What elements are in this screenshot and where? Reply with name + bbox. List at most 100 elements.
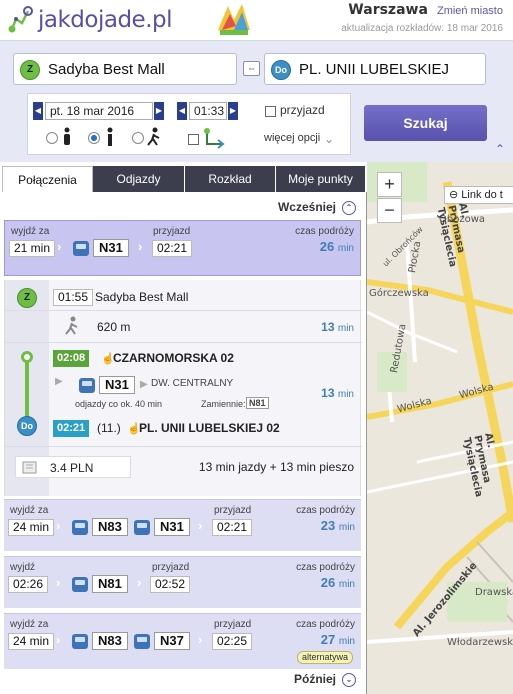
travel-time-label: czas podróży (296, 619, 355, 630)
duration-value: 26 (319, 239, 335, 254)
leave-label: wyjdź za (10, 619, 49, 630)
chevron-down-icon: ⌄ (342, 672, 356, 687)
line-number: N81 (92, 575, 128, 593)
date-prev-button[interactable]: ◀ (33, 102, 43, 120)
to-field[interactable]: Do PL. UNII LUBELSKIEJ (264, 53, 486, 85)
to-value: PL. UNII LUBELSKIEJ (299, 61, 450, 78)
leave-label: wyjdź za (10, 505, 49, 516)
search-panel: Z Sadyba Best Mall ⇔ Do PL. UNII LUBELSK… (0, 40, 513, 162)
route-type-checkbox[interactable] (188, 134, 199, 145)
leave-label: wyjdź za (11, 226, 50, 237)
travel-duration: 26 min (320, 239, 354, 254)
walk-distance: 620 m (97, 320, 131, 334)
date-input[interactable]: pt. 18 mar 2016 (45, 102, 153, 120)
direction: DW. CENTRALNY (151, 378, 234, 389)
swap-button[interactable]: ⇔ (243, 61, 260, 76)
promo-badge-icon[interactable] (212, 0, 256, 38)
tab-my-places[interactable]: Moje punkty (276, 166, 365, 192)
ride-start-dot (21, 351, 33, 363)
mode-radio-fast[interactable] (132, 132, 144, 144)
leave-value: 24 min (8, 633, 55, 650)
search-button[interactable]: Szukaj (364, 105, 487, 141)
date-next-button[interactable]: ▶ (154, 102, 164, 120)
travel-time-label: czas podróży (296, 505, 355, 516)
tab-connections[interactable]: Połączenia (2, 166, 93, 192)
arrival-checkbox[interactable] (265, 106, 276, 117)
tabs-bar: Połączenia Odjazdy Rozkład Moje punkty (0, 162, 367, 192)
start-name: Sadyba Best Mall (95, 290, 189, 304)
substitute-line: N81 (246, 397, 269, 409)
city-name: Warszawa (348, 2, 428, 18)
line-number: N83 (92, 632, 128, 650)
zoom-in-button[interactable]: + (377, 172, 402, 197)
bus-icon (134, 634, 150, 649)
route-row-3[interactable]: wyjdź 02:26 › N81 › przyjazd 02:52 czas … (4, 556, 361, 608)
travel-time-label: czas podróży (296, 562, 355, 573)
route-row-1[interactable]: wyjdź za 21 min › N31 › przyjazd 02:21 c… (4, 220, 361, 276)
divider (5, 342, 362, 343)
mode-radio-slow[interactable] (46, 132, 58, 144)
timetable-update: aktualizacja rozkładów: 18 mar 2016 (341, 23, 503, 34)
route-detail: Z 01:55 Sadyba Best Mall 620 m 13 min Do… (4, 280, 362, 496)
chevron-up-icon: ⌃ (342, 200, 356, 215)
from-field[interactable]: Z Sadyba Best Mall (13, 53, 237, 85)
bus-icon (72, 520, 88, 535)
chevron-right-icon: › (56, 575, 61, 590)
logo-text: jakdojade.pl (38, 7, 173, 33)
arrival-time: 02:21 (53, 420, 90, 437)
change-city-link[interactable]: Zmień miasto (437, 5, 503, 17)
detail-line: N31 (99, 376, 135, 394)
collapse-panel-icon[interactable]: ⌃ (495, 142, 505, 156)
leave-value: 24 min (8, 519, 55, 536)
chevron-right-icon: › (138, 239, 143, 254)
earlier-button[interactable]: Wcześniej ⌃ (278, 200, 356, 215)
chevron-right-icon: › (56, 518, 61, 533)
duration-value: 26 (320, 575, 336, 590)
zoom-out-button[interactable]: − (377, 198, 402, 223)
mode-radio-normal[interactable] (88, 132, 100, 144)
duration-value: 23 (320, 518, 336, 533)
chevron-right-icon: › (198, 632, 203, 647)
more-options-link[interactable]: więcej opcji (264, 132, 320, 144)
start-pin-icon: Z (17, 288, 37, 308)
duration-unit: min (338, 579, 355, 590)
duration-unit: min (338, 522, 355, 533)
substitute-label: Zamiennie: (201, 399, 246, 409)
options-box: ◀ pt. 18 mar 2016 ▶ ◀ 01:33 ▶ przyjazd w… (27, 93, 351, 155)
walk-icon (65, 316, 78, 335)
arrive-label: przyjazd (214, 505, 252, 516)
time-prev-button[interactable]: ◀ (177, 102, 187, 120)
map[interactable]: + − ⊖ Link do t Obozowa Górczewska Redut… (367, 162, 513, 694)
arrive-value: 02:52 (150, 576, 191, 593)
line-number: N37 (154, 632, 190, 650)
chevron-right-icon: › (137, 575, 142, 590)
street-label: Drawska (475, 587, 513, 598)
stops-count: (11.) (97, 421, 121, 435)
time-input[interactable]: 01:33 (189, 102, 227, 120)
street-label: Włodarzewska (447, 637, 513, 648)
expand-triangle-icon[interactable]: ▶ (55, 376, 63, 387)
line-number: N31 (154, 518, 190, 536)
duration-unit: min (337, 243, 354, 254)
stop-1: CZARNOMORSKA 02 (113, 351, 234, 365)
start-time: 01:55 (53, 289, 94, 306)
street-label: Górczewska (369, 288, 429, 299)
bus-icon (73, 241, 89, 256)
alternative-badge: alternatywa (297, 651, 354, 664)
divider (5, 446, 362, 447)
chevron-right-icon: › (56, 632, 61, 647)
tab-timetable[interactable]: Rozkład (185, 166, 275, 192)
later-label: Później (293, 672, 336, 686)
walker-normal-icon (107, 127, 113, 146)
duration-value: 27 (320, 632, 336, 647)
destination-pin-icon: Do (271, 60, 291, 80)
time-next-button[interactable]: ▶ (228, 102, 238, 120)
direction-arrow-icon: ▶ (140, 379, 148, 390)
tab-departures[interactable]: Odjazdy (93, 166, 184, 192)
route-row-2[interactable]: wyjdź za 24 min › N83 N31 › przyjazd 02:… (4, 499, 361, 551)
logo[interactable]: jakdojade.pl (6, 4, 173, 36)
stop-2: PL. UNII LUBELSKIEJ 02 (139, 421, 280, 435)
map-link-button[interactable]: ⊖ Link do t (444, 186, 513, 204)
later-button[interactable]: Później ⌄ (294, 672, 356, 687)
earlier-label: Wcześniej (277, 200, 336, 214)
